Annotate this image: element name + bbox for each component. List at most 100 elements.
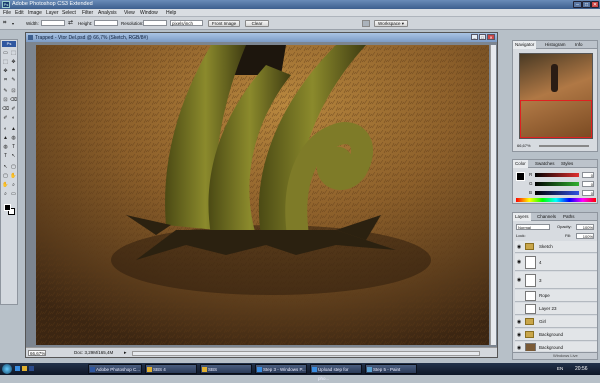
tool-icon[interactable]: ◐ [10, 115, 17, 121]
fill-field[interactable]: 100% [576, 233, 594, 239]
tool-icon[interactable]: ▭ [10, 191, 17, 197]
tool-icon[interactable]: ◍ [2, 144, 9, 150]
eye-icon[interactable]: ◉ [516, 345, 522, 351]
layer-row[interactable]: ◉ 3 [515, 272, 597, 289]
tool-icon[interactable]: ⊡ [10, 88, 17, 94]
tool-icon[interactable]: ↖ [10, 153, 17, 159]
layer-row[interactable]: ◉ Background [515, 342, 597, 351]
tool-icon[interactable]: ⬚ [10, 50, 17, 56]
crop-tool-icon[interactable]: ⌗ [3, 20, 11, 27]
tool-icon[interactable]: ✐ [2, 115, 9, 121]
layer-row[interactable]: ◉ Girl [515, 316, 597, 328]
navigator-view-box[interactable] [520, 100, 592, 138]
tool-icon[interactable]: ✋ [10, 173, 17, 179]
resolution-field[interactable] [143, 20, 167, 26]
navigator-thumbnail[interactable] [519, 53, 593, 139]
chevron-down-icon[interactable]: ▾ [12, 21, 16, 26]
close-button[interactable]: ✕ [487, 34, 495, 40]
blue-slider[interactable] [535, 191, 579, 195]
tool-icon[interactable]: ⌕ [2, 191, 9, 197]
layer-row[interactable]: ◉ Background [515, 329, 597, 341]
start-button[interactable] [2, 364, 12, 374]
menu-window[interactable]: Window [140, 10, 158, 16]
menu-image[interactable]: Image [28, 10, 42, 16]
taskbar-item[interactable]: Adobe Photoshop C... [88, 364, 142, 374]
layer-row[interactable]: Rope [515, 290, 597, 302]
menu-file[interactable]: File [3, 10, 11, 16]
ps-taskbar-icon[interactable] [29, 366, 34, 371]
tool-icon[interactable]: ⊡ [2, 97, 9, 103]
vertical-scrollbar[interactable] [490, 45, 496, 345]
front-image-button[interactable]: Front Image [208, 20, 240, 27]
taskbar-item[interactable]: Step 5 - Paint [365, 364, 417, 374]
taskbar-item[interactable]: SBS 4 [145, 364, 197, 374]
tool-icon[interactable]: ▢ [10, 164, 17, 170]
tab-navigator[interactable]: Navigator [513, 41, 537, 49]
workspace-button[interactable]: Workspace ▾ [374, 20, 408, 27]
tool-icon[interactable]: ▢ [2, 173, 9, 179]
ie-icon[interactable] [15, 366, 20, 371]
tool-icon[interactable]: ⬚ [2, 59, 9, 65]
zoom-field[interactable]: 66,67% [28, 350, 46, 356]
menu-help[interactable]: Help [166, 10, 176, 16]
chevron-right-icon[interactable]: ▸ [124, 350, 127, 356]
menu-filter[interactable]: Filter [82, 10, 93, 16]
panel-well-icon[interactable] [362, 20, 370, 27]
taskbar-item[interactable]: Step 3 - Windows P... [255, 364, 307, 374]
blue-value[interactable]: 0 [582, 190, 594, 196]
menu-analysis[interactable]: Analysis [98, 10, 117, 16]
foreground-color-swatch[interactable] [4, 204, 11, 211]
opacity-field[interactable]: 100% [576, 224, 594, 230]
eye-icon[interactable]: ◉ [516, 319, 522, 325]
horizontal-scrollbar[interactable] [132, 351, 480, 356]
foreground-color-swatch[interactable] [516, 172, 525, 181]
tool-icon[interactable]: ✥ [2, 68, 9, 74]
red-value[interactable]: 0 [582, 172, 594, 178]
eye-off-icon[interactable] [516, 306, 522, 312]
clear-button[interactable]: Clear [245, 20, 269, 27]
tool-icon[interactable]: ⌗ [10, 68, 17, 74]
tab-layers[interactable]: Layers [513, 213, 531, 221]
taskbar-item[interactable]: SBS [200, 364, 252, 374]
image-canvas[interactable] [36, 45, 489, 345]
tool-icon[interactable]: T [2, 153, 9, 159]
folder-icon[interactable] [22, 366, 27, 371]
red-slider[interactable] [535, 173, 579, 177]
menu-select[interactable]: Select [62, 10, 76, 16]
eye-icon[interactable]: ◉ [516, 277, 522, 283]
tool-icon[interactable]: ⌕ [10, 182, 17, 188]
tool-icon[interactable]: ✥ [10, 59, 17, 65]
eye-icon[interactable]: ◉ [516, 332, 522, 338]
minimize-button[interactable]: – [471, 34, 478, 40]
tool-icon[interactable]: ✐ [10, 106, 17, 112]
eye-icon[interactable]: ◉ [516, 244, 522, 250]
tool-icon[interactable]: ⌗ [2, 77, 9, 83]
tab-channels[interactable]: Channels [535, 213, 558, 221]
tool-icon[interactable]: ▲ [10, 126, 17, 132]
resolution-unit-select[interactable]: pixels/inch [170, 20, 203, 26]
menu-view[interactable]: View [124, 10, 135, 16]
layer-row[interactable]: ◉ 4 [515, 254, 597, 271]
eye-icon[interactable]: ◉ [516, 259, 522, 265]
layer-row[interactable]: Layer 23 [515, 303, 597, 315]
minimize-button[interactable]: – [573, 1, 582, 8]
color-ramp[interactable] [516, 198, 596, 202]
tool-icon[interactable]: ▭ [2, 50, 9, 56]
language-indicator[interactable]: EN [557, 366, 563, 371]
eye-off-icon[interactable] [516, 293, 522, 299]
green-value[interactable]: 0 [582, 181, 594, 187]
tool-icon[interactable]: ↖ [2, 164, 9, 170]
swap-icon[interactable]: ⇄ [68, 19, 73, 26]
tab-histogram[interactable]: Histogram [543, 41, 568, 49]
layer-row[interactable]: ◉ Sketch [515, 241, 597, 253]
tool-icon[interactable]: ✎ [2, 88, 9, 94]
tool-icon[interactable]: ◐ [2, 126, 9, 132]
maximize-button[interactable]: □ [582, 1, 591, 8]
tool-icon[interactable]: ✎ [10, 77, 17, 83]
tab-styles[interactable]: Styles [559, 160, 575, 168]
tool-icon[interactable]: ◍ [10, 135, 17, 141]
green-slider[interactable] [535, 182, 579, 186]
tool-icon[interactable]: ✋ [2, 182, 9, 188]
blend-mode-select[interactable]: Normal [516, 224, 550, 230]
menu-edit[interactable]: Edit [15, 10, 24, 16]
